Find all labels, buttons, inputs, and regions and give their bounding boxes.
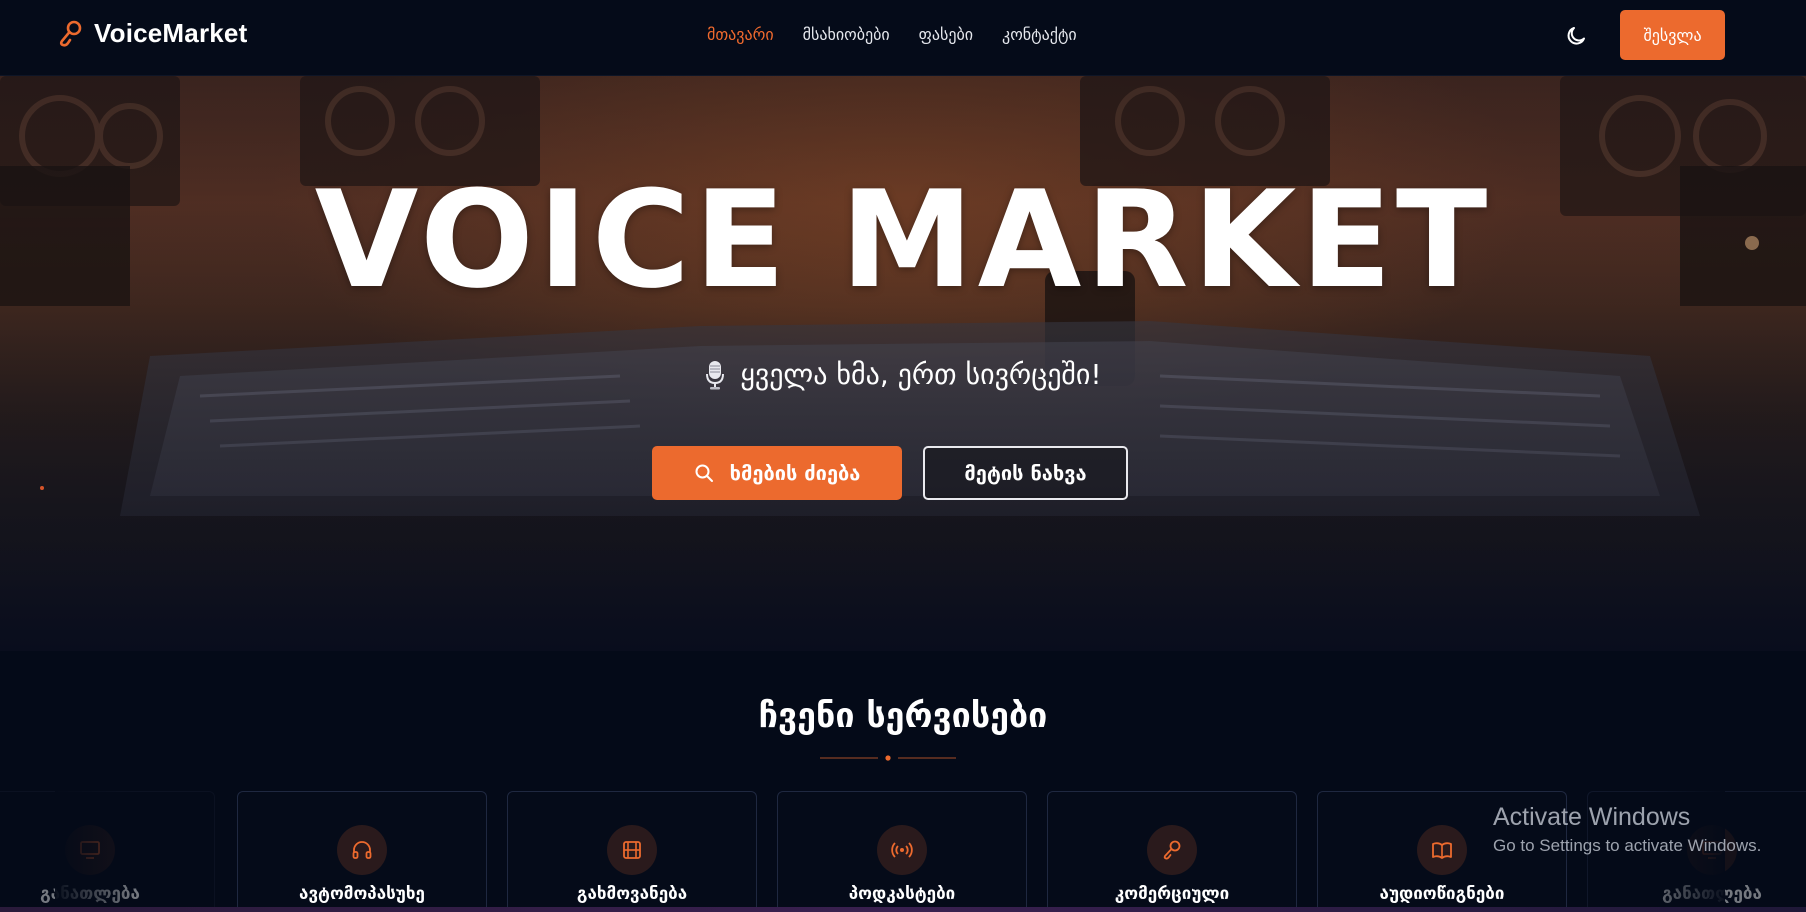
login-button[interactable]: შესვლა xyxy=(1620,10,1725,60)
nav-link-prices[interactable]: ფასები xyxy=(919,25,973,44)
brand-logo-link[interactable]: VoiceMarket xyxy=(58,18,247,49)
service-label: განათლება xyxy=(40,884,140,904)
hero-actions: ხმების ძიება მეტის ნახვა xyxy=(652,446,1128,500)
watermark-subtitle: Go to Settings to activate Windows. xyxy=(1493,836,1762,855)
nav-link-actors[interactable]: მსახიობები xyxy=(803,25,890,44)
service-label: ავტომოპასუხე xyxy=(299,884,425,904)
service-label: განათლება xyxy=(1662,884,1762,904)
book-icon xyxy=(1432,842,1452,859)
microphone-icon xyxy=(706,360,725,389)
hero-section: VOICE MARKET ყველა ხმა, ერთ სივრცეში! ხმ… xyxy=(0,76,1806,651)
search-icon xyxy=(695,464,713,482)
windows-activation-watermark: Activate Windows Go to Settings to activ… xyxy=(1493,803,1761,856)
search-voices-button[interactable]: ხმების ძიება xyxy=(652,446,902,500)
service-card-answering-machine[interactable]: ავტომოპასუხე xyxy=(237,791,487,912)
watermark-title: Activate Windows xyxy=(1493,803,1691,831)
monitor-icon xyxy=(80,841,100,859)
search-voices-label: ხმების ძიება xyxy=(729,461,861,485)
service-label: აუდიოწიგნები xyxy=(1379,884,1505,904)
hero-subtitle: ყველა ხმა, ერთ სივრცეში! xyxy=(0,358,1806,391)
nav-link-home[interactable]: მთავარი xyxy=(707,25,774,44)
film-icon xyxy=(623,841,641,859)
service-label: კომერციული xyxy=(1114,884,1230,904)
main-nav: მთავარი მსახიობები ფასები კონტაქტი xyxy=(707,25,1077,44)
top-navbar: VoiceMarket მთავარი მსახიობები ფასები კო… xyxy=(0,0,1806,76)
service-icon-wrap xyxy=(877,825,927,875)
service-card-commercial[interactable]: კომერციული xyxy=(1047,791,1297,912)
services-heading: ჩვენი სერვისები xyxy=(758,696,1048,736)
service-icon-wrap xyxy=(1147,825,1197,875)
service-card-voiceover[interactable]: გახმოვანება xyxy=(507,791,757,912)
service-card-podcasts[interactable]: პოდკასტები xyxy=(777,791,1027,912)
bottom-edge-strip xyxy=(0,907,1806,912)
moon-icon[interactable] xyxy=(1564,24,1588,48)
brand-name: VoiceMarket xyxy=(94,18,248,48)
nav-link-contact[interactable]: კონტაქტი xyxy=(1002,25,1077,44)
see-more-button[interactable]: მეტის ნახვა xyxy=(923,446,1128,500)
broadcast-icon xyxy=(891,842,913,858)
microphone-icon xyxy=(1163,840,1181,860)
service-label: გახმოვანება xyxy=(576,884,688,904)
service-icon-wrap xyxy=(65,825,115,875)
decorative-dot xyxy=(40,486,44,490)
service-label: პოდკასტები xyxy=(848,884,956,904)
headphones-icon xyxy=(352,841,372,859)
carousel-indicator-dot[interactable] xyxy=(1745,236,1759,250)
service-icon-wrap xyxy=(607,825,657,875)
microphone-logo-icon xyxy=(59,20,82,47)
service-icon-wrap xyxy=(337,825,387,875)
section-divider xyxy=(820,755,956,761)
hero-subtitle-text: ყველა ხმა, ერთ სივრცეში! xyxy=(740,358,1102,391)
service-card-education[interactable]: განათლება xyxy=(0,791,215,912)
service-icon-wrap xyxy=(1417,825,1467,875)
hero-title: VOICE MARKET xyxy=(314,162,1492,318)
